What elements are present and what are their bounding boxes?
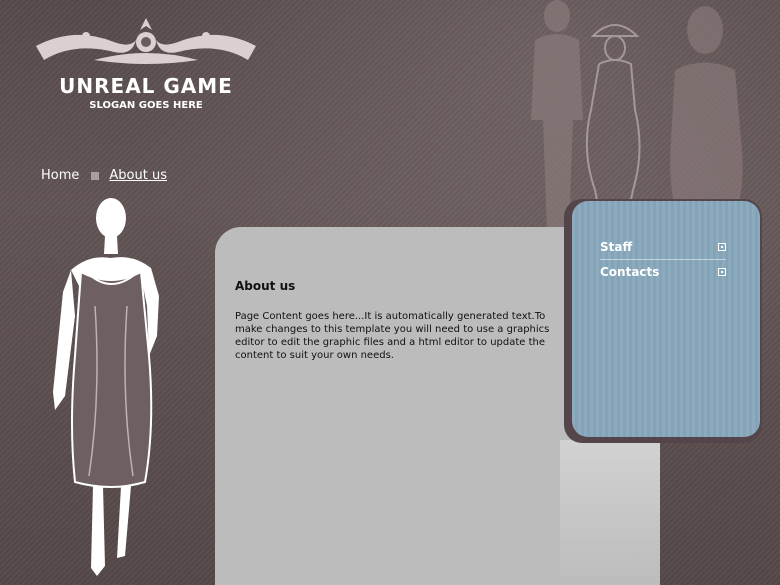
nav-home-link[interactable]: Home: [41, 168, 79, 183]
nav-about-link[interactable]: About us: [109, 168, 167, 183]
sidebar-item-staff[interactable]: Staff: [600, 235, 726, 260]
page: UNREAL GAME SLOGAN GOES HERE Home About …: [0, 0, 780, 585]
menu-bullet-icon: [718, 243, 726, 251]
fashion-figure-image: [53, 198, 159, 576]
page-body-text: Page Content goes here...It is automatic…: [235, 311, 550, 361]
content-grunge-decoration: [560, 440, 660, 585]
site-title: UNREAL GAME: [59, 74, 233, 98]
sidebar-menu: Staff Contacts: [572, 201, 760, 437]
separator-square-icon: [91, 171, 100, 180]
sidebar-item-label: Staff: [600, 240, 633, 254]
silhouettes-image: [531, 0, 743, 230]
site-slogan: SLOGAN GOES HERE: [89, 100, 203, 111]
sidebar-panel: Staff Contacts: [564, 199, 762, 443]
sidebar-item-label: Contacts: [600, 265, 660, 279]
menu-bullet-icon: [718, 268, 726, 276]
breadcrumb: Home About us: [41, 168, 167, 183]
sidebar-item-contacts[interactable]: Contacts: [600, 260, 726, 284]
logo-ornament: [36, 18, 256, 64]
page-heading: About us: [235, 279, 296, 293]
